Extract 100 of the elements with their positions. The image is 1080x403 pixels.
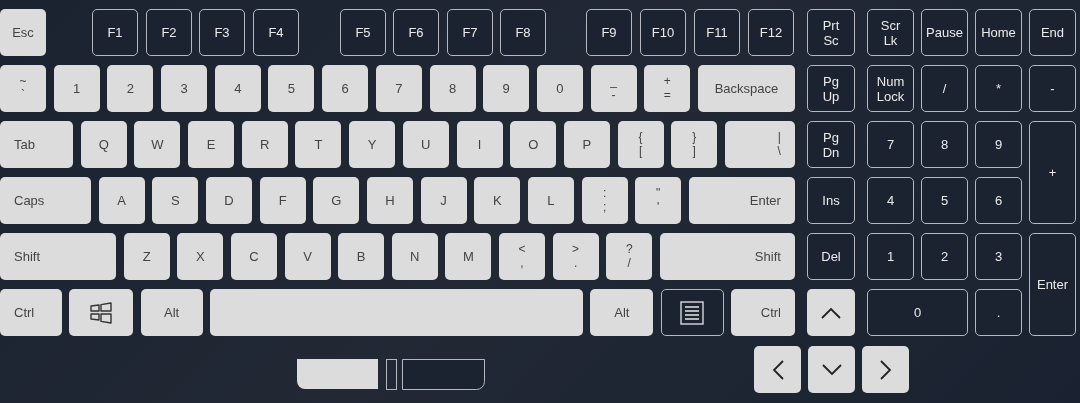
keyboard-key[interactable]: Enter [688,177,795,224]
keyboard-key[interactable]: " ' [635,177,682,224]
keyboard-key[interactable]: Shift [659,233,795,280]
keyboard-key[interactable] [808,346,855,393]
keyboard-key[interactable]: + = [644,65,691,112]
keyboard-key[interactable]: H [366,177,413,224]
keyboard-key[interactable]: 5 [921,177,968,224]
keyboard-key[interactable]: F12 [748,9,794,56]
keyboard-key[interactable]: 4 [867,177,914,224]
keyboard-key[interactable]: Shift [0,233,116,280]
keyboard-key[interactable]: End [1029,9,1076,56]
keyboard-key[interactable]: 0 [867,289,968,336]
keyboard-key[interactable]: F5 [340,9,386,56]
keyboard-key[interactable]: 7 [867,121,914,168]
keyboard-key[interactable]: 4 [214,65,261,112]
keyboard-key[interactable]: T [295,121,342,168]
keyboard-key[interactable]: Z [123,233,170,280]
keyboard-key[interactable]: F1 [92,9,138,56]
keyboard-key[interactable]: 3 [161,65,208,112]
keyboard-key[interactable]: ? / [606,233,653,280]
keyboard-key[interactable]: W [134,121,181,168]
keyboard-key[interactable]: J [420,177,467,224]
keyboard-key[interactable]: U [402,121,449,168]
keyboard-key[interactable]: : ; [581,177,628,224]
keyboard-key[interactable]: 5 [268,65,315,112]
keyboard-key[interactable]: Pause [921,9,968,56]
keyboard-key[interactable]: 9 [975,121,1022,168]
keyboard-key[interactable]: G [313,177,360,224]
keyboard-key[interactable]: 8 [429,65,476,112]
keyboard-key[interactable] [862,346,909,393]
keyboard-key[interactable]: Pg Up [807,65,855,112]
keyboard-key[interactable]: 2 [107,65,154,112]
keyboard-key[interactable]: > . [552,233,599,280]
keyboard-key[interactable]: F4 [253,9,299,56]
keyboard-key[interactable]: R [241,121,288,168]
keyboard-key[interactable]: F11 [694,9,740,56]
keyboard-key[interactable]: | \ [724,121,795,168]
keyboard-key[interactable]: F [259,177,306,224]
keyboard-key[interactable]: * [975,65,1022,112]
keyboard-key[interactable]: F7 [447,9,493,56]
keyboard-key[interactable]: 7 [375,65,422,112]
keyboard-key[interactable]: 6 [322,65,369,112]
keyboard-key[interactable]: Enter [1029,233,1076,336]
keyboard-key[interactable]: Home [975,9,1022,56]
keyboard-key[interactable]: 1 [53,65,100,112]
keyboard-key[interactable]: 6 [975,177,1022,224]
keyboard-key[interactable]: D [205,177,252,224]
keyboard-key[interactable] [807,289,855,336]
keyboard-key[interactable]: . [975,289,1022,336]
keyboard-key[interactable]: N [391,233,438,280]
keyboard-key[interactable]: Y [349,121,396,168]
keyboard-key[interactable] [660,289,724,336]
keyboard-key[interactable]: 2 [921,233,968,280]
keyboard-key[interactable]: Alt [590,289,654,336]
keyboard-key[interactable] [69,289,134,336]
keyboard-key[interactable]: Ctrl [730,289,795,336]
keyboard-key[interactable] [754,346,801,393]
keyboard-key[interactable]: C [230,233,277,280]
keyboard-key[interactable]: 8 [921,121,968,168]
keyboard-key[interactable]: { [ [617,121,664,168]
keyboard-key[interactable]: F6 [393,9,439,56]
keyboard-key[interactable]: ~ ` [0,65,46,112]
keyboard-key[interactable]: Del [807,233,855,280]
keyboard-key[interactable]: F8 [500,9,546,56]
keyboard-key[interactable]: 0 [536,65,583,112]
keyboard-key[interactable]: Ins [807,177,855,224]
keyboard-key[interactable]: Tab [0,121,73,168]
keyboard-key[interactable]: Scr Lk [867,9,914,56]
keyboard-key[interactable]: < , [499,233,545,280]
keyboard-key[interactable]: Num Lock [867,65,914,112]
keyboard-key[interactable]: Esc [0,9,46,56]
keyboard-key[interactable]: + [1029,121,1076,224]
keyboard-key[interactable]: E [188,121,235,168]
keyboard-key[interactable]: / [921,65,968,112]
layout-switch-drawing[interactable] [297,359,486,390]
keyboard-key[interactable]: F3 [199,9,245,56]
keyboard-key[interactable]: A [98,177,145,224]
keyboard-key[interactable]: Alt [140,289,203,336]
keyboard-key[interactable]: Backspace [697,65,795,112]
keyboard-key[interactable]: F10 [640,9,686,56]
keyboard-key[interactable]: F2 [146,9,192,56]
keyboard-key[interactable]: } ] [671,121,718,168]
keyboard-key[interactable]: O [510,121,557,168]
keyboard-key[interactable]: X [177,233,224,280]
keyboard-key[interactable]: - [1029,65,1076,112]
keyboard-key[interactable]: S [152,177,199,224]
keyboard-key[interactable]: M [445,233,492,280]
keyboard-key[interactable]: V [284,233,331,280]
keyboard-key[interactable]: _ - [590,65,637,112]
keyboard-key[interactable]: 3 [975,233,1022,280]
keyboard-key[interactable]: K [474,177,521,224]
keyboard-key[interactable]: 1 [867,233,914,280]
keyboard-key[interactable]: I [456,121,503,168]
keyboard-key[interactable]: Pg Dn [807,121,855,168]
keyboard-key[interactable]: Caps [0,177,91,224]
keyboard-key[interactable]: F9 [586,9,632,56]
keyboard-key[interactable]: P [563,121,610,168]
keyboard-key[interactable]: Prt Sc [807,9,855,56]
keyboard-key[interactable]: L [527,177,574,224]
keyboard-key[interactable]: 9 [483,65,530,112]
